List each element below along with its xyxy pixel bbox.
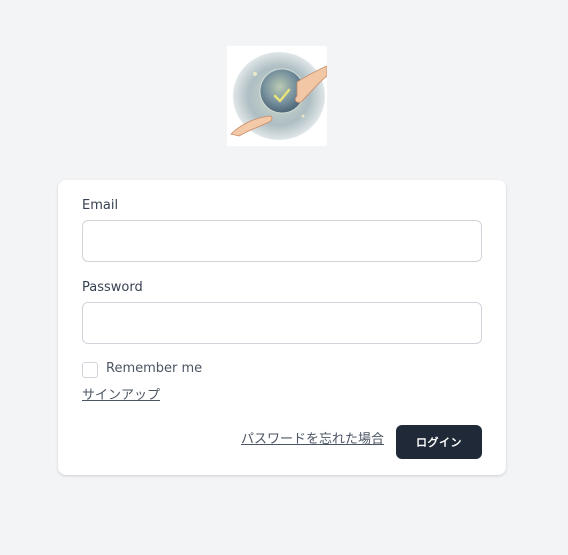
password-field[interactable] <box>82 302 482 344</box>
remember-me-label[interactable]: Remember me <box>106 361 202 377</box>
email-field[interactable] <box>82 220 482 262</box>
remember-me-checkbox[interactable] <box>82 362 98 378</box>
signup-link[interactable]: サインアップ <box>82 388 160 404</box>
password-label: Password <box>82 280 143 295</box>
forgot-password-link[interactable]: パスワードを忘れた場合 <box>241 432 384 448</box>
logo-illustration-icon <box>227 46 327 146</box>
login-card: Email Password Remember me サインアップ パスワードを… <box>58 180 506 475</box>
app-logo <box>227 46 327 146</box>
login-button[interactable]: ログイン <box>396 425 482 459</box>
email-label: Email <box>82 198 119 213</box>
